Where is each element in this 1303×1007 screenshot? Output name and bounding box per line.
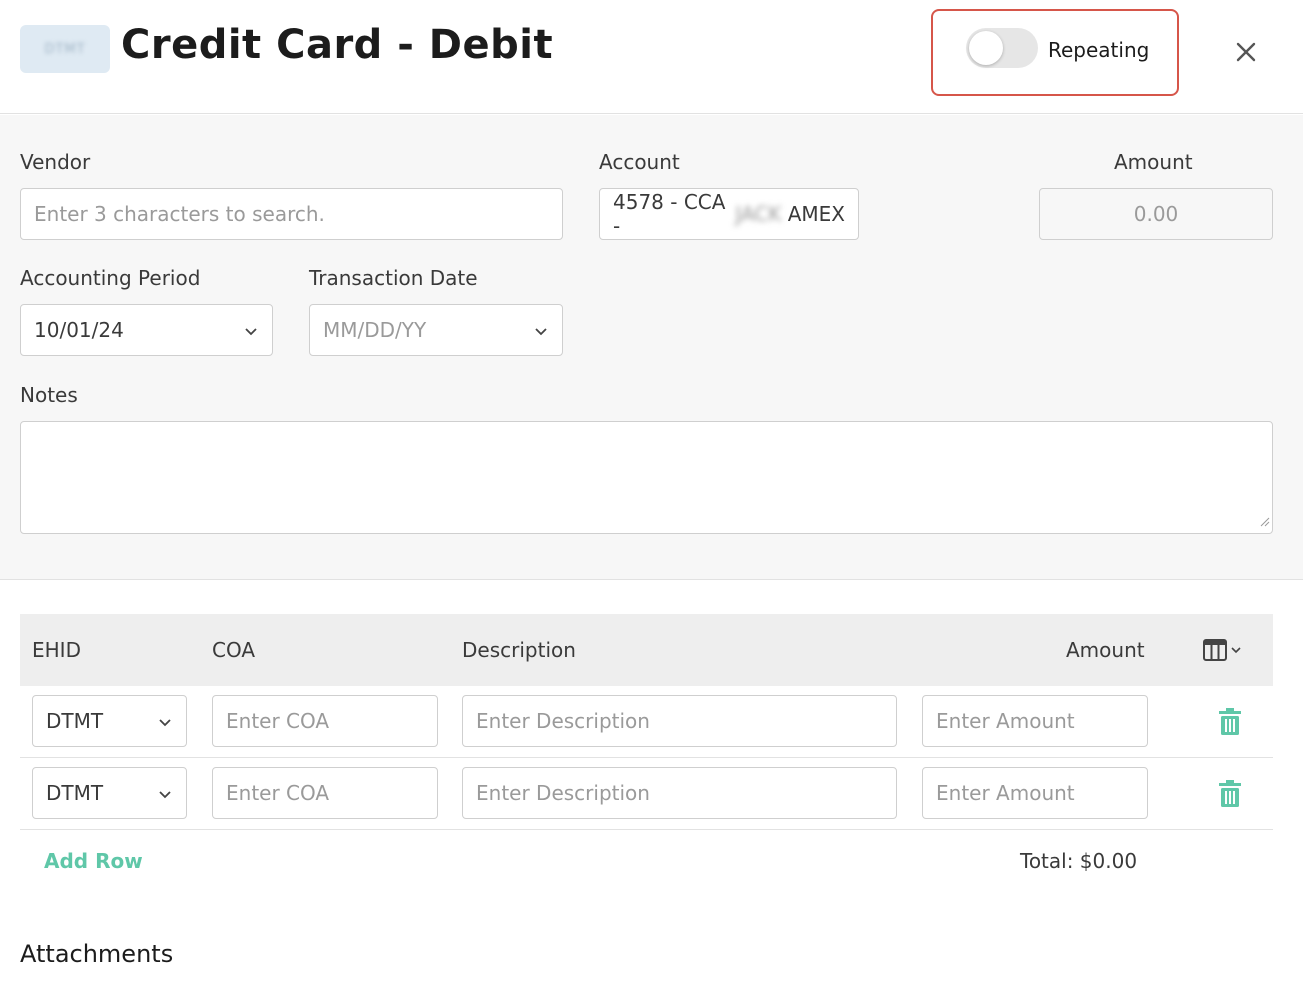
amount-placeholder: Enter Amount [936, 709, 1075, 733]
chevron-down-icon [158, 714, 172, 732]
coa-placeholder: Enter COA [226, 709, 330, 733]
vendor-placeholder: Enter 3 characters to search. [34, 202, 325, 226]
account-redacted: JACK [735, 202, 782, 226]
amount-label: Amount [1114, 150, 1193, 174]
description-input[interactable]: Enter Description [462, 767, 897, 819]
amount-input[interactable]: Enter Amount [922, 767, 1148, 819]
accounting-period-select[interactable]: 10/01/24 [20, 304, 273, 356]
repeating-label: Repeating [1048, 38, 1150, 62]
add-row-button[interactable]: Add Row [44, 849, 143, 873]
transaction-date-placeholder: MM/DD/YY [323, 318, 427, 342]
chevron-down-icon [244, 323, 258, 341]
ehid-column-header: EHID [32, 638, 81, 662]
transaction-date-label: Transaction Date [309, 266, 478, 290]
description-placeholder: Enter Description [476, 709, 650, 733]
ehid-value: DTMT [46, 781, 104, 805]
transaction-date-select[interactable]: MM/DD/YY [309, 304, 563, 356]
amount-field: 0.00 [1039, 188, 1273, 240]
accounting-period-value: 10/01/24 [34, 318, 124, 342]
amount-column-header: Amount [1066, 638, 1145, 662]
repeating-toggle[interactable] [966, 28, 1038, 68]
vendor-input[interactable]: Enter 3 characters to search. [20, 188, 563, 240]
columns-menu-icon[interactable] [1203, 638, 1245, 662]
page-title: Credit Card - Debit [121, 22, 554, 68]
modal-header: DTMT Credit Card - Debit Repeating [0, 0, 1303, 114]
account-label: Account [599, 150, 680, 174]
account-prefix: 4578 - CCA - [613, 190, 726, 238]
entity-badge-text: DTMT [44, 41, 86, 57]
amount-value: 0.00 [1133, 202, 1179, 226]
close-icon[interactable] [1231, 36, 1261, 68]
coa-input[interactable]: Enter COA [212, 695, 438, 747]
vendor-label: Vendor [20, 150, 91, 174]
trash-icon[interactable] [1219, 780, 1241, 808]
description-input[interactable]: Enter Description [462, 695, 897, 747]
amount-input[interactable]: Enter Amount [922, 695, 1148, 747]
chevron-down-icon [534, 323, 548, 341]
trash-icon[interactable] [1219, 708, 1241, 736]
ehid-select[interactable]: DTMT [32, 767, 187, 819]
resize-handle-icon[interactable] [1258, 512, 1270, 531]
attachments-heading: Attachments [20, 940, 174, 968]
ehid-select[interactable]: DTMT [32, 695, 187, 747]
amount-placeholder: Enter Amount [936, 781, 1075, 805]
description-column-header: Description [462, 638, 576, 662]
notes-label: Notes [20, 383, 78, 407]
ehid-value: DTMT [46, 709, 104, 733]
coa-column-header: COA [212, 638, 256, 662]
coa-placeholder: Enter COA [226, 781, 330, 805]
table-row: DTMT Enter COA Enter Description Enter A… [20, 758, 1273, 830]
total-amount: Total: $0.00 [1020, 849, 1138, 873]
repeating-highlight: Repeating [931, 9, 1179, 96]
line-items-header: EHID COA Description Amount [20, 614, 1273, 686]
description-placeholder: Enter Description [476, 781, 650, 805]
transaction-form: Vendor Enter 3 characters to search. Acc… [0, 115, 1303, 580]
coa-input[interactable]: Enter COA [212, 767, 438, 819]
account-select[interactable]: 4578 - CCA - JACK AMEX [599, 188, 859, 240]
account-suffix: AMEX [787, 202, 845, 226]
notes-textarea[interactable] [20, 421, 1273, 534]
table-row: DTMT Enter COA Enter Description Enter A… [20, 686, 1273, 758]
chevron-down-icon [158, 786, 172, 804]
accounting-period-label: Accounting Period [20, 266, 201, 290]
entity-badge: DTMT [20, 25, 110, 73]
toggle-knob [969, 31, 1003, 65]
